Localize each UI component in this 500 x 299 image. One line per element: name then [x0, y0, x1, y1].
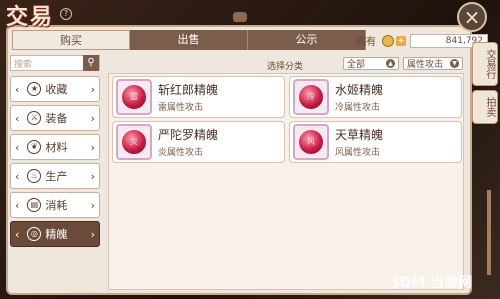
- soul-icon: ◎: [27, 227, 42, 241]
- list-item[interactable]: 炎 严陀罗精魄炎属性攻击: [112, 121, 285, 163]
- item-icon: 冷: [293, 79, 329, 115]
- window-title: 交易: [6, 0, 54, 30]
- list-item[interactable]: 雷 斩红郎精魄雷属性攻击: [112, 76, 285, 118]
- category-label: 材料: [45, 141, 68, 154]
- category-label: 收藏: [45, 83, 68, 96]
- chevron-up-icon: ▲: [386, 59, 395, 68]
- chevron-right-icon: ›: [90, 169, 95, 183]
- chevron-right-icon: ›: [90, 227, 95, 241]
- ornament-icon: [233, 12, 247, 22]
- item-icon: 炎: [116, 124, 152, 160]
- category-equipment[interactable]: ‹ ⚔ 装备 ›: [10, 105, 100, 131]
- item-attribute: 炎属性攻击: [158, 148, 204, 158]
- item-name: 水姬精魄: [335, 83, 384, 97]
- herb-icon: ❦: [27, 140, 42, 154]
- filter-all-dropdown[interactable]: 全部 ▲: [343, 57, 399, 70]
- add-currency-button[interactable]: +: [396, 35, 406, 46]
- item-icon: 雷: [116, 79, 152, 115]
- close-button[interactable]: ×: [457, 2, 487, 32]
- tab-announce[interactable]: 公示: [248, 30, 366, 50]
- soul-orb-icon: 雷: [122, 85, 146, 109]
- coin-icon: [382, 34, 394, 47]
- chevron-right-icon: ›: [90, 198, 95, 212]
- item-attribute: 冷属性攻击: [335, 103, 381, 113]
- filter-type-dropdown[interactable]: 属性攻击 ▼: [403, 57, 463, 70]
- soul-orb-icon: 炎: [122, 130, 146, 154]
- star-icon: ★: [27, 82, 42, 96]
- search-input[interactable]: 搜索: [11, 57, 83, 70]
- list-item[interactable]: 风 天草精魄风属性攻击: [289, 121, 462, 163]
- search-box[interactable]: 搜索 ⚲: [10, 55, 100, 71]
- filter-type-label: 属性攻击: [407, 60, 444, 70]
- tab-buy[interactable]: 购买: [12, 30, 130, 50]
- item-name: 斩红郎精魄: [158, 83, 219, 97]
- soul-orb-icon: 冷: [299, 85, 323, 109]
- item-icon: 风: [293, 124, 329, 160]
- side-tab-auction[interactable]: 拍卖: [472, 90, 498, 124]
- sword-icon: ⚔: [27, 111, 42, 125]
- help-icon[interactable]: ?: [60, 8, 72, 20]
- currency-display: 拥有 + 841,792: [356, 33, 488, 48]
- soul-orb-icon: 风: [299, 130, 323, 154]
- search-icon[interactable]: ⚲: [83, 55, 99, 71]
- pot-icon: ♨: [27, 169, 42, 183]
- category-label: 消耗: [45, 199, 68, 212]
- category-label: 生产: [45, 170, 68, 183]
- category-materials[interactable]: ‹ ❦ 材料 ›: [10, 134, 100, 160]
- item-attribute: 风属性攻击: [335, 148, 381, 158]
- category-label: 精魄: [45, 228, 68, 241]
- category-soul[interactable]: ‹ ◎ 精魄 ›: [10, 221, 100, 247]
- chevron-right-icon: ›: [90, 82, 95, 96]
- category-production[interactable]: ‹ ♨ 生产 ›: [10, 163, 100, 189]
- category-favorites[interactable]: ‹ ★ 收藏 ›: [10, 76, 100, 102]
- tab-bar: 购买 出售 公示: [12, 30, 366, 50]
- chevron-down-icon: ▼: [450, 59, 459, 68]
- item-attribute: 雷属性攻击: [158, 103, 204, 113]
- category-label: 装备: [45, 112, 68, 125]
- item-name: 严陀罗精魄: [158, 128, 219, 142]
- chevron-right-icon: ›: [90, 111, 95, 125]
- filter-label: 选择分类: [267, 62, 304, 72]
- list-item[interactable]: 冷 水姬精魄冷属性攻击: [289, 76, 462, 118]
- chevron-right-icon: ›: [90, 140, 95, 154]
- item-name: 天草精魄: [335, 128, 384, 142]
- tassel-decoration: [487, 190, 491, 275]
- watermark: 3DM 当游网: [390, 275, 473, 291]
- side-tab-trade[interactable]: 交易行: [472, 42, 498, 86]
- scroll-icon: ▤: [27, 198, 42, 212]
- title-text: 交易: [6, 4, 55, 30]
- category-consumables[interactable]: ‹ ▤ 消耗 ›: [10, 192, 100, 218]
- filter-all-label: 全部: [347, 60, 366, 70]
- tab-sell[interactable]: 出售: [130, 30, 248, 50]
- own-label: 拥有: [356, 37, 376, 48]
